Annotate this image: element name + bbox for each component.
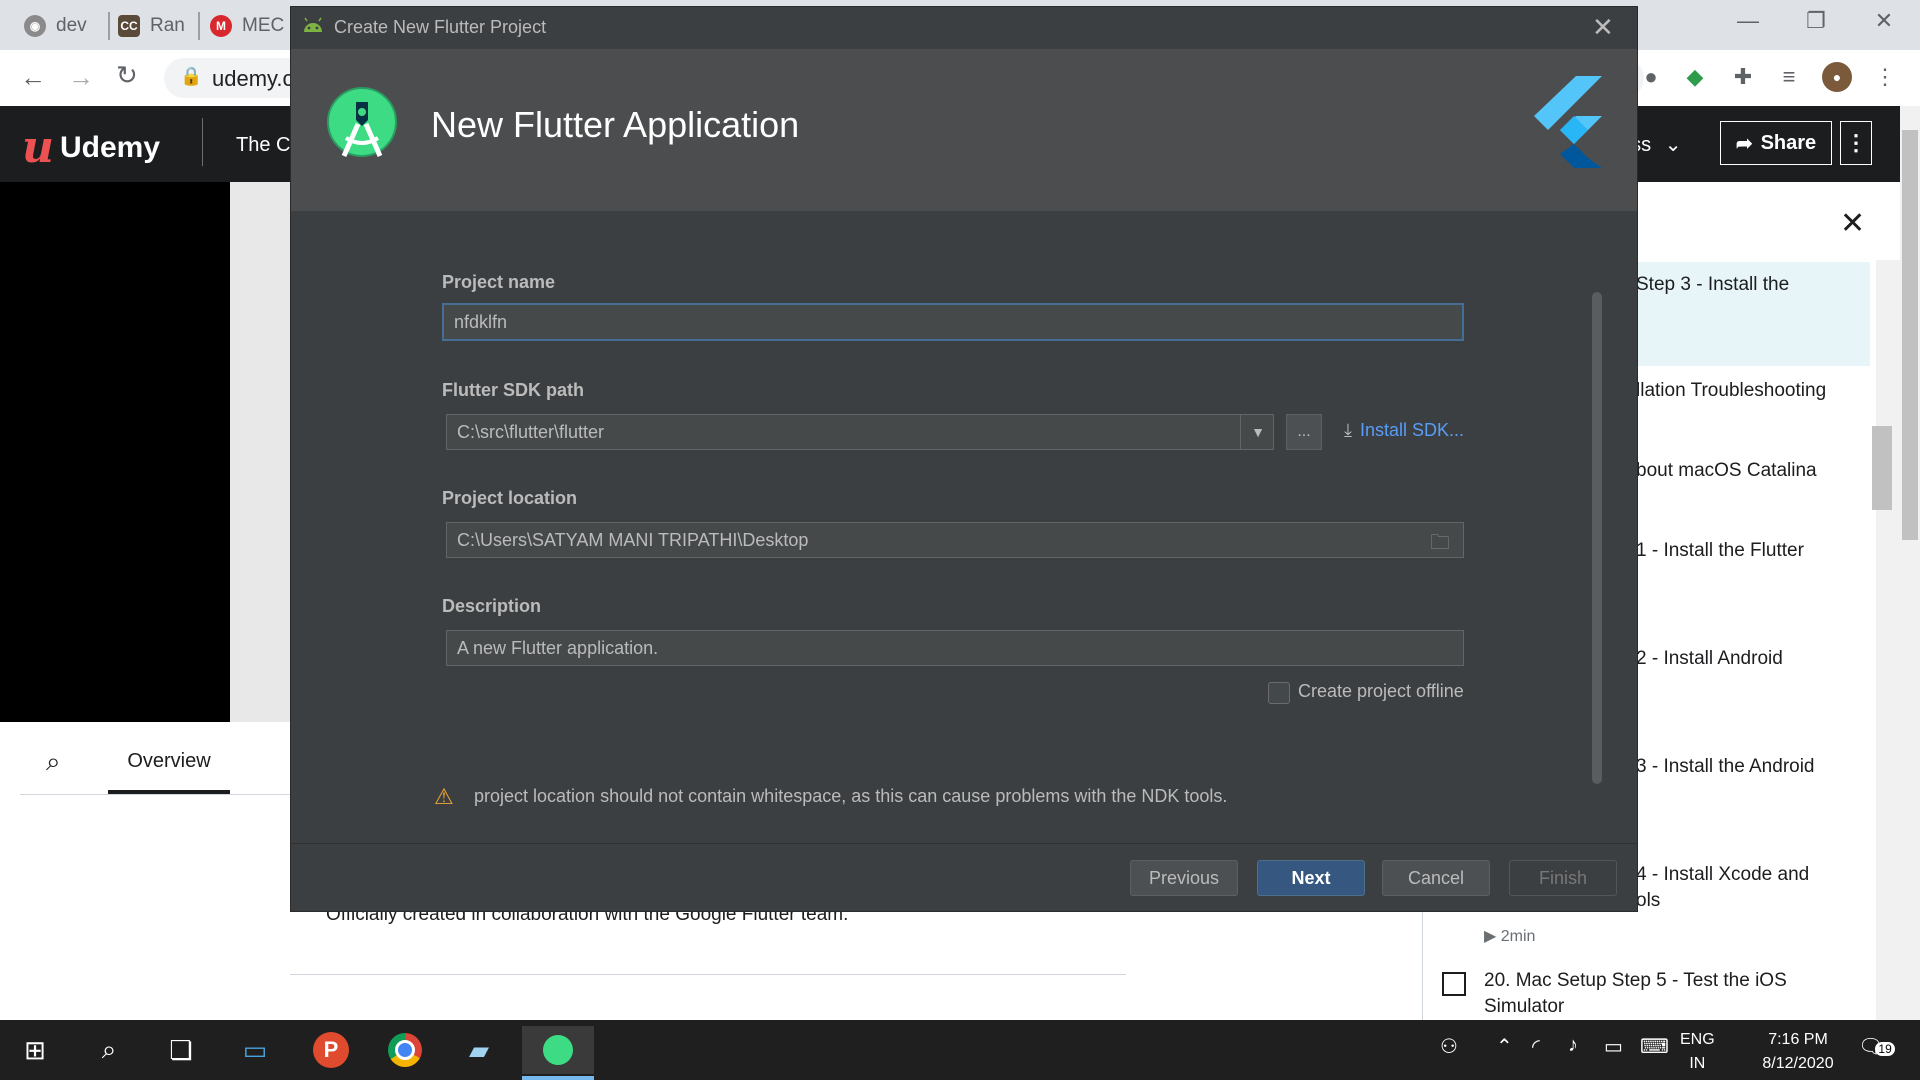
divider [290, 974, 1126, 975]
search-icon[interactable]: ⌕ [74, 1026, 144, 1074]
chevron-down-icon: ⌄ [1664, 134, 1682, 156]
share-button[interactable]: ➦ Share [1720, 121, 1832, 165]
udemy-u-icon: u [22, 122, 54, 173]
create-offline-label[interactable]: Create project offline [1298, 681, 1464, 702]
sidebar-scrollbar[interactable] [1876, 260, 1900, 1022]
close-icon[interactable]: ✕ [1840, 206, 1865, 241]
previous-button[interactable]: Previous [1130, 860, 1238, 896]
active-app-indicator [522, 1076, 594, 1080]
notepad-icon[interactable]: ▰ [444, 1026, 514, 1074]
back-icon[interactable]: ← [20, 62, 46, 93]
sidebar-scrollbar-thumb[interactable] [1872, 426, 1892, 510]
chevron-up-icon[interactable]: ⌃ [1496, 1034, 1513, 1059]
project-name-label: Project name [442, 272, 556, 292]
reload-icon[interactable]: ↻ [116, 60, 138, 91]
more-options-button[interactable]: ⋮ [1840, 121, 1872, 165]
cancel-button[interactable]: Cancel [1382, 860, 1490, 896]
globe-icon: ◉ [24, 15, 46, 37]
cc-icon: CC [118, 15, 140, 37]
android-studio-taskbar-icon[interactable] [522, 1026, 594, 1074]
tab-label: Ran [150, 15, 185, 36]
chrome-icon[interactable] [370, 1026, 440, 1074]
udemy-logo[interactable]: u Udemy [22, 122, 160, 173]
task-view-icon[interactable]: ❏ [146, 1026, 216, 1074]
language-indicator[interactable]: ENG IN [1680, 1028, 1715, 1076]
browser-tab-1[interactable]: ◉ dev [24, 6, 87, 46]
restore-icon[interactable]: ❐ [1796, 8, 1836, 34]
notification-icon[interactable]: 🗨19 [1858, 1034, 1895, 1059]
page-scrollbar-thumb[interactable] [1902, 130, 1918, 540]
dialog-title: Create New Flutter Project [334, 17, 547, 37]
share-icon: ➦ [1735, 132, 1753, 155]
browser-tab-3[interactable]: M MEC [210, 6, 284, 46]
folder-icon[interactable]: 🗀 [1430, 528, 1450, 562]
search-icon[interactable]: ⌕ [46, 746, 61, 778]
android-studio-icon [326, 86, 398, 167]
windows-start-icon[interactable]: ⊞ [0, 1026, 70, 1074]
next-button[interactable]: Next [1257, 860, 1365, 896]
url-text[interactable]: udemy.c [212, 66, 294, 92]
app-p-icon[interactable]: P [296, 1026, 366, 1074]
project-location-label: Project location [442, 488, 578, 508]
warning-icon: ⚠ [434, 784, 454, 809]
video-frame-ide-screenshot [230, 182, 292, 722]
project-name-input[interactable]: nfdklfn [442, 303, 1464, 341]
sdk-path-label: Flutter SDK path [442, 380, 584, 400]
play-circle-icon: ▶ [1484, 928, 1497, 945]
forward-icon[interactable]: → [68, 62, 94, 93]
battery-icon[interactable]: ▭ [1604, 1034, 1623, 1059]
volume-icon[interactable]: ♪ [1568, 1034, 1578, 1057]
minimize-icon[interactable]: — [1728, 8, 1768, 34]
finish-button[interactable]: Finish [1509, 860, 1617, 896]
project-location-input[interactable]: C:\Users\SATYAM MANI TRIPATHI\Desktop [446, 522, 1464, 558]
extension-globe-icon[interactable]: ◆ [1680, 62, 1710, 92]
desktop-app-icon[interactable]: ▭ [220, 1026, 290, 1074]
wifi-icon[interactable]: ◜ [1532, 1034, 1540, 1059]
sdk-path-combobox[interactable]: C:\src\flutter\flutter [446, 414, 1274, 450]
description-label: Description [442, 596, 542, 616]
install-sdk-link[interactable]: ⤓ Install SDK... [1344, 420, 1464, 441]
footer-divider [291, 843, 1637, 844]
download-icon: ⤓ [1344, 420, 1352, 440]
window-close-icon[interactable]: ✕ [1864, 8, 1904, 34]
chrome-menu-icon[interactable]: ⋮ [1870, 62, 1900, 92]
media-icon[interactable]: ≡ [1774, 62, 1804, 92]
tab-overview[interactable]: Overview [108, 740, 230, 794]
validation-warning: project location should not contain whit… [474, 786, 1228, 806]
lock-icon: 🔒 [180, 66, 203, 86]
create-offline-checkbox[interactable] [1268, 682, 1290, 704]
android-icon [302, 16, 324, 39]
mega-icon: M [210, 15, 232, 37]
puzzle-icon[interactable]: ✚ [1728, 62, 1758, 92]
close-icon[interactable]: ✕ [1592, 12, 1614, 43]
chevron-down-icon[interactable]: ▼ [1240, 414, 1275, 450]
extension-icon[interactable]: ● [1636, 62, 1666, 92]
browser-tab-2[interactable]: CC Ran [118, 6, 185, 46]
tab-label: dev [56, 15, 87, 36]
lecture-item[interactable]: 20. Mac Setup Step 5 - Test the iOS Simu… [1422, 968, 1870, 1020]
tab-label: MEC [242, 15, 285, 36]
keyboard-icon[interactable]: ⌨ [1640, 1034, 1669, 1059]
form-scrollbar[interactable] [1592, 292, 1602, 784]
avatar[interactable]: ● [1822, 62, 1852, 92]
wizard-title: New Flutter Application [431, 104, 800, 145]
clock[interactable]: 7:16 PM 8/12/2020 [1744, 1028, 1852, 1076]
people-icon[interactable]: ⚇ [1440, 1034, 1458, 1059]
lecture-duration: ▶ 2min [1484, 928, 1536, 945]
browse-sdk-button[interactable]: ... [1286, 414, 1322, 450]
description-input[interactable]: A new Flutter application. [446, 630, 1464, 666]
flutter-logo-icon [1528, 76, 1604, 173]
